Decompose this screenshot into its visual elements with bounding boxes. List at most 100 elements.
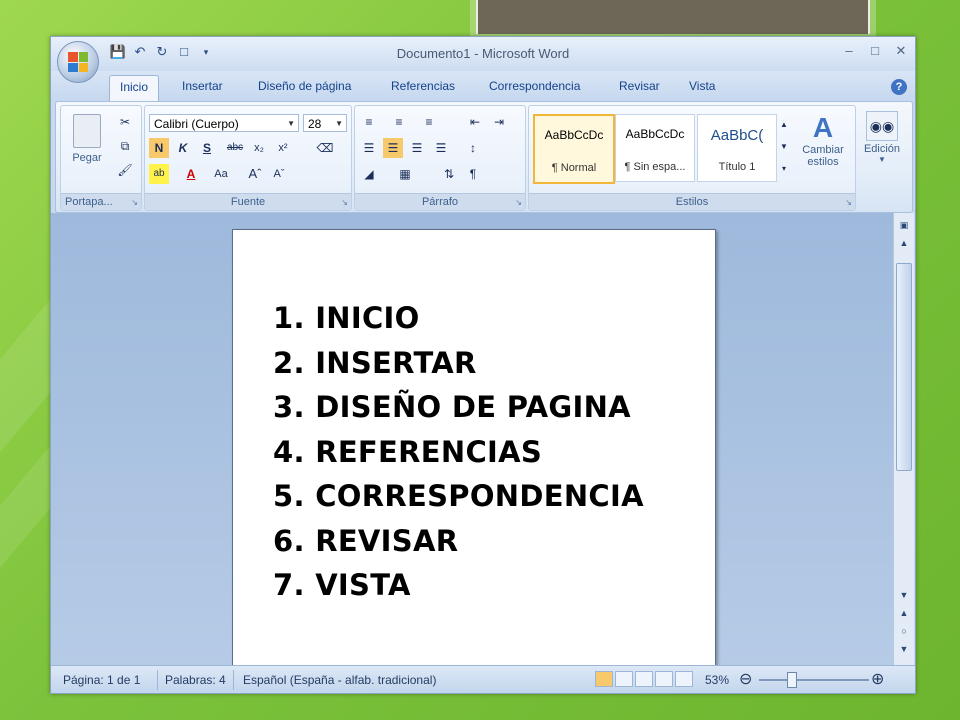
style-normal[interactable]: AaBbCcDc ¶ Normal: [533, 114, 615, 184]
font-size-field[interactable]: 28 ▼: [303, 114, 347, 132]
status-bar: Página: 1 de 1 Palabras: 4 Español (Espa…: [51, 665, 915, 693]
scroll-up-icon[interactable]: ▲: [894, 235, 914, 251]
subscript-icon[interactable]: x₂: [249, 138, 269, 158]
ruler-toggle-icon[interactable]: ▣: [894, 217, 914, 233]
tab-correspondencia[interactable]: Correspondencia: [489, 79, 580, 93]
dialog-launcher-icon[interactable]: ↘: [515, 198, 522, 207]
paste-label: Pegar: [72, 152, 102, 164]
format-painter-icon[interactable]: 🖌: [115, 160, 135, 180]
close-icon[interactable]: ✕: [891, 43, 911, 59]
copy-icon[interactable]: ⧉: [115, 136, 135, 156]
change-case-icon[interactable]: Aa: [211, 164, 231, 184]
superscript-icon[interactable]: x²: [273, 138, 293, 158]
document-workspace: 1. INICIO 2. INSERTAR 3. DISEÑO DE PAGIN…: [51, 213, 893, 671]
style-preview: AaBbCcDc: [625, 127, 685, 141]
show-marks-icon[interactable]: ¶: [463, 164, 483, 184]
clipboard-icon: [73, 114, 101, 148]
style-titulo-1[interactable]: AaBbC( Título 1: [697, 114, 777, 182]
borders-icon[interactable]: ▦: [395, 164, 415, 184]
list-item: 3. DISEÑO DE PAGINA: [273, 390, 631, 424]
align-center-icon[interactable]: ☰: [383, 138, 403, 158]
word-count-status[interactable]: Palabras: 4: [165, 673, 226, 687]
styles-scroll-icon[interactable]: ▲ ▼ ▾: [777, 114, 791, 180]
document-page[interactable]: 1. INICIO 2. INSERTAR 3. DISEÑO DE PAGIN…: [232, 229, 716, 671]
draft-view-icon[interactable]: [675, 671, 693, 687]
paste-button[interactable]: Pegar: [67, 112, 107, 174]
tab-inicio[interactable]: Inicio: [109, 75, 160, 102]
change-styles-icon: A: [812, 112, 834, 143]
page-count-status[interactable]: Página: 1 de 1: [63, 673, 140, 687]
shrink-font-icon[interactable]: Aˇ: [269, 164, 289, 184]
scroll-down-icon[interactable]: ▼: [894, 587, 914, 603]
next-page-icon[interactable]: ▼: [894, 641, 914, 657]
style-sin-espaciado[interactable]: AaBbCcDc ¶ Sin espa...: [615, 114, 695, 182]
vertical-scrollbar[interactable]: ▣ ▲ ▼ ▲ ○ ▼: [893, 213, 914, 665]
office-logo-icon: [68, 52, 88, 72]
list-item: 5. CORRESPONDENCIA: [273, 479, 644, 513]
window-title: Documento1 - Microsoft Word: [396, 46, 570, 61]
minimize-icon[interactable]: –: [839, 43, 859, 59]
tab-insertar[interactable]: Insertar: [182, 79, 223, 93]
bullets-icon[interactable]: ≡: [359, 112, 379, 132]
browse-object-icon[interactable]: ○: [894, 623, 914, 639]
sort-icon[interactable]: ⇅: [439, 164, 459, 184]
font-name-field[interactable]: Calibri (Cuerpo) ▼: [149, 114, 299, 132]
numbering-icon[interactable]: ≡: [389, 112, 409, 132]
style-name: ¶ Normal: [551, 162, 597, 174]
decrease-indent-icon[interactable]: ⇤: [465, 112, 485, 132]
full-screen-view-icon[interactable]: [615, 671, 633, 687]
font-name-value: Calibri (Cuerpo): [154, 117, 239, 131]
font-color-icon[interactable]: A: [181, 164, 201, 184]
cut-icon[interactable]: ✂: [115, 112, 135, 132]
dialog-launcher-icon[interactable]: ↘: [845, 198, 852, 207]
change-styles-button[interactable]: A Cambiar estilos: [795, 112, 851, 168]
underline-icon[interactable]: S: [197, 138, 217, 158]
tab-vista[interactable]: Vista: [689, 79, 715, 93]
binoculars-icon: ◉◉: [866, 111, 898, 141]
slide-decoration-box: [476, 0, 870, 34]
editing-group: ◉◉ Edición ▼: [858, 105, 906, 209]
editing-label: Edición: [863, 143, 901, 155]
style-preview: AaBbCcDc: [544, 128, 604, 142]
tab-diseno-pagina[interactable]: Diseño de página: [258, 79, 351, 93]
align-left-icon[interactable]: ☰: [359, 138, 379, 158]
strikethrough-icon[interactable]: abc: [225, 138, 245, 158]
language-status[interactable]: Español (España - alfab. tradicional): [243, 673, 436, 687]
print-layout-view-icon[interactable]: [595, 671, 613, 687]
outline-view-icon[interactable]: [655, 671, 673, 687]
increase-indent-icon[interactable]: ⇥: [489, 112, 509, 132]
scroll-thumb[interactable]: [896, 263, 912, 471]
style-name: Título 1: [718, 161, 756, 173]
editing-button[interactable]: ◉◉ Edición ▼: [860, 111, 904, 164]
font-size-value: 28: [308, 117, 322, 131]
tab-referencias[interactable]: Referencias: [391, 79, 455, 93]
dialog-launcher-icon[interactable]: ↘: [131, 198, 138, 207]
italic-icon[interactable]: K: [173, 138, 193, 158]
clipboard-group-label: Portapa...: [61, 193, 141, 210]
web-layout-view-icon[interactable]: [635, 671, 653, 687]
multilevel-list-icon[interactable]: ≡: [419, 112, 439, 132]
status-separator: [157, 670, 158, 690]
justify-icon[interactable]: ☰: [431, 138, 451, 158]
ribbon: Pegar ✂ ⧉ 🖌 Portapa... ↘ Calibri (Cuerpo…: [55, 101, 913, 213]
office-button[interactable]: [57, 41, 99, 83]
help-icon[interactable]: ?: [891, 79, 907, 95]
zoom-slider[interactable]: [759, 679, 869, 681]
previous-page-icon[interactable]: ▲: [894, 605, 914, 621]
clear-formatting-icon[interactable]: ⌫: [315, 138, 335, 158]
styles-group-label: Estilos: [529, 193, 855, 210]
bold-icon[interactable]: N: [149, 138, 169, 158]
dialog-launcher-icon[interactable]: ↘: [341, 198, 348, 207]
zoom-level[interactable]: 53%: [705, 673, 729, 687]
styles-group: AaBbCcDc ¶ Normal AaBbCcDc ¶ Sin espa...…: [528, 105, 856, 211]
shading-icon[interactable]: ◢: [359, 164, 379, 184]
zoom-out-icon[interactable]: ⊖: [739, 669, 752, 689]
zoom-in-icon[interactable]: ⊕: [871, 669, 884, 689]
grow-font-icon[interactable]: Aˆ: [245, 164, 265, 184]
maximize-icon[interactable]: □: [865, 43, 885, 59]
line-spacing-icon[interactable]: ↕: [463, 138, 483, 158]
highlight-icon[interactable]: ab: [149, 164, 169, 184]
align-right-icon[interactable]: ☰: [407, 138, 427, 158]
zoom-slider-thumb[interactable]: [787, 672, 797, 688]
tab-revisar[interactable]: Revisar: [619, 79, 660, 93]
